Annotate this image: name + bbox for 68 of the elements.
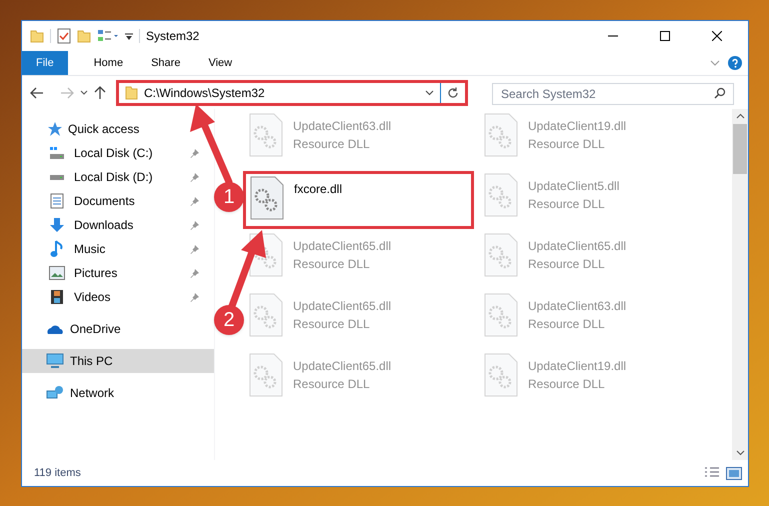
scroll-down-icon[interactable] xyxy=(736,450,744,456)
search-icon xyxy=(714,86,726,98)
pin-icon xyxy=(190,172,200,182)
recent-locations-caret-icon[interactable] xyxy=(80,90,88,96)
close-icon xyxy=(712,31,722,41)
file-item[interactable]: fxcore.dll xyxy=(243,171,474,229)
scroll-up-icon[interactable] xyxy=(736,113,744,119)
search-field[interactable]: Search System32 xyxy=(492,82,734,104)
navigation-item[interactable]: Downloads xyxy=(22,213,202,237)
address-bar[interactable]: C:\Windows\System32 xyxy=(116,80,468,106)
address-dropdown-caret-icon[interactable] xyxy=(425,90,434,96)
ribbon-tab[interactable]: Share xyxy=(137,51,194,75)
file-gears-icon xyxy=(484,113,518,157)
pin-icon xyxy=(190,268,200,278)
navigation-item[interactable]: Local Disk (C:) xyxy=(22,141,202,165)
ribbon-tab[interactable]: View xyxy=(194,51,246,75)
item-count: 119 items xyxy=(34,466,81,481)
back-arrow-icon[interactable] xyxy=(30,86,44,98)
details-view-icon[interactable] xyxy=(704,467,720,479)
navigation-item[interactable]: Music xyxy=(22,237,202,261)
window-title: System32 xyxy=(146,28,200,45)
pin-icon xyxy=(190,220,200,230)
cloud-icon xyxy=(46,323,64,335)
pin-icon xyxy=(190,292,200,302)
refresh-icon[interactable] xyxy=(447,86,459,98)
scrollbar-thumb[interactable] xyxy=(733,124,747,174)
vertical-scrollbar[interactable] xyxy=(732,109,748,460)
file-gears-icon xyxy=(484,293,518,337)
navigation-item[interactable]: Documents xyxy=(22,189,202,213)
picture-icon xyxy=(49,266,65,280)
expand-ribbon-icon[interactable] xyxy=(710,60,720,66)
navigation-item[interactable]: Videos xyxy=(22,285,202,309)
file-gears-icon xyxy=(249,353,283,397)
help-icon[interactable] xyxy=(728,56,742,70)
drive-icon xyxy=(49,146,65,160)
pin-icon xyxy=(190,148,200,158)
navigation-item[interactable]: Pictures xyxy=(22,261,202,285)
star-icon xyxy=(46,121,62,137)
pin-icon xyxy=(190,244,200,254)
navigation-item[interactable]: Network xyxy=(22,381,122,405)
file-gears-icon xyxy=(250,176,284,220)
computer-icon xyxy=(46,353,64,369)
navigation-item[interactable]: Quick access xyxy=(22,117,148,141)
dropdown-caret-icon[interactable] xyxy=(125,31,133,41)
music-note-icon xyxy=(50,240,64,258)
file-gears-icon xyxy=(249,293,283,337)
pin-icon xyxy=(190,196,200,206)
navigation-item[interactable]: This PC xyxy=(22,349,214,373)
view-options-icon[interactable] xyxy=(97,29,119,43)
drive-icon xyxy=(49,174,65,180)
file-gears-icon xyxy=(484,233,518,277)
navigation-item[interactable]: OneDrive xyxy=(22,317,129,341)
ribbon-tab[interactable]: Home xyxy=(80,51,138,75)
file-tab[interactable]: File xyxy=(22,51,68,75)
navigation-item[interactable]: Local Disk (D:) xyxy=(22,165,202,189)
properties-icon[interactable] xyxy=(57,28,71,44)
up-arrow-icon[interactable] xyxy=(94,86,106,100)
large-icons-view-icon[interactable] xyxy=(726,466,742,480)
network-icon xyxy=(46,385,64,401)
address-path: C:\Windows\System32 xyxy=(144,84,265,102)
download-arrow-icon xyxy=(49,217,65,233)
document-icon xyxy=(50,193,64,209)
file-gears-icon xyxy=(484,173,518,217)
maximize-icon xyxy=(660,31,670,41)
film-icon xyxy=(50,289,64,305)
folder-icon xyxy=(125,86,138,100)
file-gears-icon xyxy=(484,353,518,397)
file-gears-icon xyxy=(249,113,283,157)
